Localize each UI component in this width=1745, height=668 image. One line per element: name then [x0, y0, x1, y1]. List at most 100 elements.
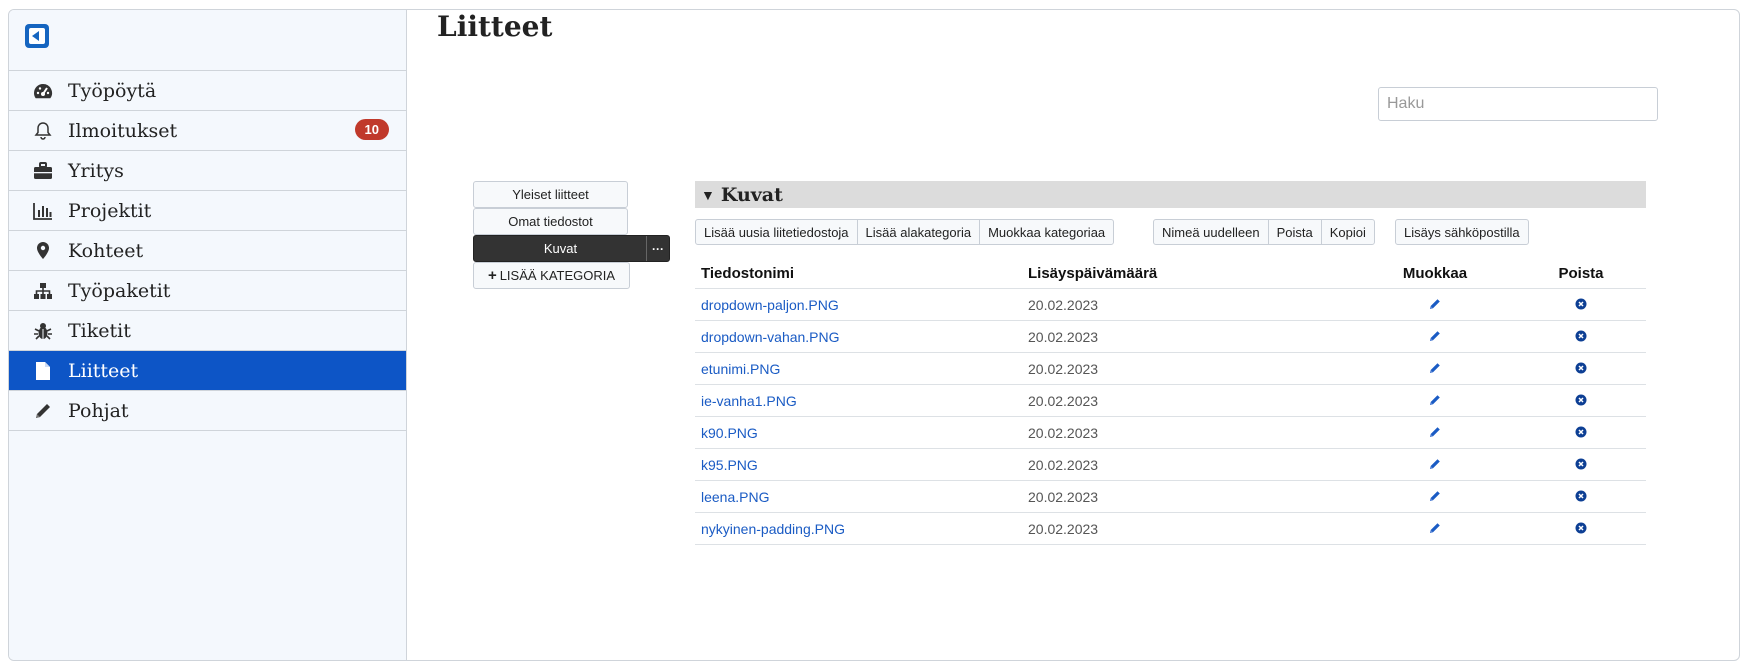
delete-circle-icon[interactable]: [1575, 521, 1587, 537]
table-row: nykyinen-padding.PNG 20.02.2023: [695, 512, 1646, 545]
file-name-link[interactable]: etunimi.PNG: [695, 352, 1022, 385]
edit-pencil-icon[interactable]: [1429, 297, 1441, 313]
category-yleiset-liitteet[interactable]: Yleiset liitteet: [473, 181, 628, 208]
delete-cell: [1516, 352, 1646, 385]
file-icon: [32, 360, 54, 382]
column-header-filename[interactable]: Tiedostonimi: [695, 258, 1022, 289]
edit-cell: [1354, 480, 1516, 513]
column-header-date[interactable]: Lisäyspäivämäärä: [1022, 258, 1354, 289]
edit-category-button[interactable]: Muokkaa kategoriaa: [979, 219, 1115, 245]
sitemap-icon: [32, 280, 54, 302]
edit-pencil-icon[interactable]: [1429, 361, 1441, 377]
toolbar-group-category: Lisää uusia liitetiedostoja Lisää alakat…: [695, 219, 1115, 245]
edit-pencil-icon[interactable]: [1429, 489, 1441, 505]
category-label: Kuvat: [543, 241, 578, 256]
edit-pencil-icon[interactable]: [1429, 425, 1441, 441]
file-date: 20.02.2023: [1022, 320, 1354, 353]
sidebar-item-tiketit[interactable]: Tiketit: [9, 311, 406, 351]
sidebar-item-tyopaketit[interactable]: Työpaketit: [9, 271, 406, 311]
sidebar-item-label: Kohteet: [68, 239, 144, 262]
delete-circle-icon[interactable]: [1575, 329, 1587, 345]
sidebar-item-label: Yritys: [68, 159, 124, 182]
column-header-edit: Muokkaa: [1354, 258, 1516, 289]
sidebar-header: [9, 10, 406, 71]
sidebar-item-label: Pohjat: [68, 399, 129, 422]
edit-cell: [1354, 384, 1516, 417]
delete-circle-icon[interactable]: [1575, 489, 1587, 505]
delete-cell: [1516, 288, 1646, 321]
file-name-link[interactable]: dropdown-vahan.PNG: [695, 320, 1022, 353]
file-name-link[interactable]: leena.PNG: [695, 480, 1022, 513]
bar-chart-icon: [32, 200, 54, 222]
delete-circle-icon[interactable]: [1575, 425, 1587, 441]
category-section-header[interactable]: ▼ Kuvat: [695, 181, 1646, 208]
edit-cell: [1354, 288, 1516, 321]
bug-icon: [32, 320, 54, 342]
map-pin-icon: [32, 240, 54, 262]
delete-cell: [1516, 512, 1646, 545]
file-name-link[interactable]: k90.PNG: [695, 416, 1022, 449]
table-row: k90.PNG 20.02.2023: [695, 416, 1646, 449]
edit-cell: [1354, 448, 1516, 481]
delete-circle-icon[interactable]: [1575, 457, 1587, 473]
sidebar-item-label: Työpöytä: [68, 79, 157, 102]
sidebar-item-ilmoitukset[interactable]: Ilmoitukset 10: [9, 111, 406, 151]
table-row: dropdown-vahan.PNG 20.02.2023: [695, 320, 1646, 353]
sidebar-item-tyopoyta[interactable]: Työpöytä: [9, 71, 406, 111]
copy-button[interactable]: Kopioi: [1320, 219, 1375, 245]
category-options-button[interactable]: ···: [646, 236, 669, 261]
delete-circle-icon[interactable]: [1575, 393, 1587, 409]
edit-cell: [1354, 320, 1516, 353]
add-attachments-button[interactable]: Lisää uusia liitetiedostoja: [695, 219, 858, 245]
bell-icon: [32, 120, 54, 142]
file-name-link[interactable]: k95.PNG: [695, 448, 1022, 481]
category-omat-tiedostot[interactable]: Omat tiedostot: [473, 208, 628, 235]
delete-cell: [1516, 448, 1646, 481]
add-category-label: LISÄÄ KATEGORIA: [499, 268, 616, 283]
table-header-row: Tiedostonimi Lisäyspäivämäärä Muokkaa Po…: [695, 258, 1646, 289]
delete-cell: [1516, 320, 1646, 353]
edit-cell: [1354, 352, 1516, 385]
sidebar-item-projektit[interactable]: Projektit: [9, 191, 406, 231]
briefcase-icon: [32, 160, 54, 182]
delete-circle-icon[interactable]: [1575, 297, 1587, 313]
add-category-button[interactable]: + LISÄÄ KATEGORIA: [473, 262, 630, 289]
pencil-icon: [32, 400, 54, 422]
edit-pencil-icon[interactable]: [1429, 329, 1441, 345]
collapse-sidebar-button[interactable]: [25, 24, 49, 48]
plus-icon: +: [487, 267, 497, 284]
back-arrow-icon: [29, 28, 45, 44]
file-name-link[interactable]: nykyinen-padding.PNG: [695, 512, 1022, 545]
page-title: Liitteet: [437, 10, 553, 43]
table-row: leena.PNG 20.02.2023: [695, 480, 1646, 513]
category-kuvat[interactable]: Kuvat ···: [473, 235, 670, 262]
table-row: dropdown-paljon.PNG 20.02.2023: [695, 288, 1646, 321]
sidebar-item-label: Liitteet: [68, 359, 139, 382]
delete-cell: [1516, 480, 1646, 513]
dashboard-icon: [32, 80, 54, 102]
file-date: 20.02.2023: [1022, 352, 1354, 385]
file-name-link[interactable]: ie-vanha1.PNG: [695, 384, 1022, 417]
sidebar-item-liitteet[interactable]: Liitteet: [9, 351, 406, 391]
delete-button[interactable]: Poista: [1267, 219, 1322, 245]
edit-pencil-icon[interactable]: [1429, 521, 1441, 537]
file-date: 20.02.2023: [1022, 288, 1354, 321]
sidebar-item-yritys[interactable]: Yritys: [9, 151, 406, 191]
rename-button[interactable]: Nimeä uudelleen: [1153, 219, 1269, 245]
delete-cell: [1516, 384, 1646, 417]
edit-cell: [1354, 416, 1516, 449]
file-name-link[interactable]: dropdown-paljon.PNG: [695, 288, 1022, 321]
edit-pencil-icon[interactable]: [1429, 457, 1441, 473]
collapse-triangle-icon: ▼: [701, 186, 715, 203]
file-date: 20.02.2023: [1022, 384, 1354, 417]
sidebar-item-kohteet[interactable]: Kohteet: [9, 231, 406, 271]
sidebar-item-label: Tiketit: [68, 319, 131, 342]
add-by-email-button[interactable]: Lisäys sähköpostilla: [1395, 219, 1529, 245]
delete-circle-icon[interactable]: [1575, 361, 1587, 377]
table-row: etunimi.PNG 20.02.2023: [695, 352, 1646, 385]
edit-pencil-icon[interactable]: [1429, 393, 1441, 409]
sidebar: Työpöytä Ilmoitukset 10 Yritys Projektit: [9, 10, 407, 660]
search-input[interactable]: [1378, 87, 1658, 121]
sidebar-item-pohjat[interactable]: Pohjat: [9, 391, 406, 431]
add-subcategory-button[interactable]: Lisää alakategoria: [856, 219, 981, 245]
